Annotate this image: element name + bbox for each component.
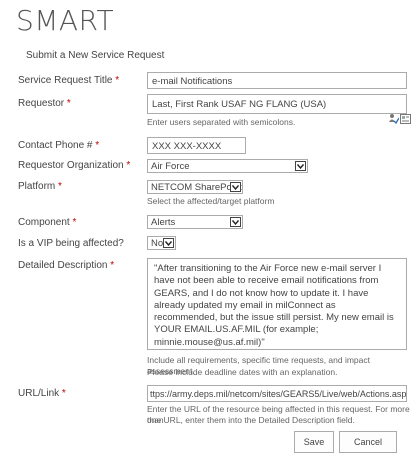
check-names-icon[interactable] bbox=[388, 113, 399, 124]
component-select[interactable]: Alerts bbox=[147, 215, 243, 229]
chevron-down-icon bbox=[230, 217, 241, 227]
platform-select[interactable]: NETCOM SharePoint bbox=[147, 180, 243, 194]
requestor-people-picker[interactable]: Last, First Rank USAF NG FLANG (USA) bbox=[147, 94, 407, 114]
description-textarea[interactable]: "After transitioning to the Air Force ne… bbox=[147, 258, 407, 350]
requestor-org-label: Requestor Organization * bbox=[18, 160, 131, 171]
cancel-button[interactable]: Cancel bbox=[339, 431, 397, 453]
requestor-label: Requestor * bbox=[18, 98, 71, 109]
component-label: Component * bbox=[18, 217, 77, 228]
required-marker: * bbox=[110, 260, 115, 271]
browse-address-book-icon[interactable] bbox=[400, 113, 411, 124]
contact-phone-input[interactable]: XXX XXX-XXXX bbox=[147, 137, 246, 154]
title-input[interactable]: e-mail Notifications bbox=[147, 72, 407, 89]
platform-hint: Select the affected/target platform bbox=[147, 196, 275, 206]
title-field-label: Service Request Title * bbox=[18, 75, 120, 86]
required-marker: * bbox=[66, 98, 71, 109]
description-label: Detailed Description * bbox=[18, 260, 115, 271]
requestor-org-select[interactable]: Air Force bbox=[147, 159, 308, 173]
platform-label: Platform * bbox=[18, 181, 62, 192]
url-hint-line2: one URL, enter them into the Detailed De… bbox=[147, 415, 355, 425]
requestor-picker-icons bbox=[388, 113, 411, 124]
description-hint-line2: Please include deadline dates with an ex… bbox=[147, 367, 338, 377]
required-marker: * bbox=[115, 75, 120, 86]
required-marker: * bbox=[95, 140, 100, 151]
chevron-down-icon bbox=[163, 238, 174, 248]
url-label: URL/Link * bbox=[18, 388, 66, 399]
chevron-down-icon bbox=[295, 161, 306, 171]
contact-phone-label: Contact Phone # * bbox=[18, 140, 100, 151]
required-marker: * bbox=[58, 181, 62, 192]
required-marker: * bbox=[72, 217, 77, 228]
vip-label: Is a VIP being affected? bbox=[18, 238, 124, 249]
vip-select[interactable]: No bbox=[147, 236, 176, 250]
required-marker: * bbox=[126, 160, 131, 171]
required-marker: * bbox=[61, 388, 66, 399]
form-subtitle: Submit a New Service Request bbox=[26, 50, 165, 61]
page-title: SMART bbox=[16, 4, 115, 37]
requestor-hint: Enter users separated with semicolons. bbox=[147, 117, 296, 127]
chevron-down-icon bbox=[230, 182, 241, 192]
save-button[interactable]: Save bbox=[294, 431, 334, 453]
url-input[interactable]: ttps://army.deps.mil/netcom/sites/GEARS5… bbox=[147, 385, 407, 402]
